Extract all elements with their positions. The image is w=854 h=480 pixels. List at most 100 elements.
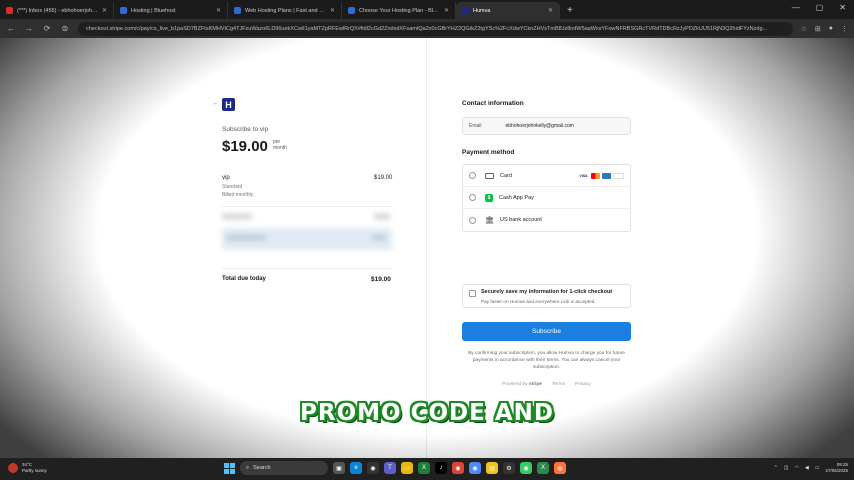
chrome-profile-3-icon[interactable]: ◉ [520,462,532,474]
payment-option-label: US bank account [500,217,542,223]
tiktok-icon[interactable]: ♪ [435,462,447,474]
stripe-footer: Powered by stripe Terms Privacy [462,382,631,387]
teams-icon[interactable]: T [384,462,396,474]
chrome-profile-2-icon[interactable]: ◉ [469,462,481,474]
battery-icon[interactable]: ▭ [815,465,820,471]
url-field[interactable]: checkout.stripe.com/c/pay/cs_live_b1paSD… [78,21,793,36]
tab-label: (***) Inbox (455) - ebhohoerjohnkelly [17,7,98,14]
tab-humva[interactable]: Humva ✕ [456,2,560,19]
clock-date: 27/05/2025 [825,468,848,473]
chevron-up-icon[interactable]: ⌃ [774,465,778,471]
extensions-icon[interactable]: ⊞ [815,25,821,33]
payment-option-cashapp[interactable]: $ Cash App Pay [463,187,630,209]
new-tab-button[interactable]: + [560,2,580,19]
privacy-link[interactable]: Privacy [575,382,591,387]
save-info-subtitle: Pay faster on Humva and everywhere Link … [481,299,596,304]
stripe-logo[interactable]: stripe [529,382,542,387]
terms-link[interactable]: Terms [552,382,565,387]
toolbar-icons: ☆ ⊞ ● ⋮ [801,25,848,33]
payment-option-label: Card [500,172,512,179]
subscribe-button[interactable]: Subscribe [462,322,631,341]
weather-widget[interactable]: 34°C Partly sunny [8,462,47,474]
payment-method-list: Card VISA $ Cash App Pay 🏛 US bank accou… [462,164,631,232]
blurred-text [372,235,386,240]
excel-icon[interactable]: X [418,462,430,474]
gmail-favicon-icon [6,7,13,14]
divider [222,206,392,207]
card-brands: VISA [578,172,624,179]
visa-icon: VISA [579,173,588,178]
forward-icon[interactable]: → [24,24,34,33]
divider [222,268,392,269]
menu-icon[interactable]: ⋮ [841,25,848,33]
save-info-checkbox[interactable] [469,290,476,297]
tab-label: Choose Your Hosting Plan - Bl... [359,7,438,14]
reload-icon[interactable]: ⟳ [42,24,52,33]
tab-inbox[interactable]: (***) Inbox (455) - ebhohoerjohnkelly ✕ [0,2,114,19]
price-period: per month [273,139,287,151]
email-label: Email [469,123,482,129]
clock[interactable]: 09:25 27/05/2025 [825,462,848,474]
payment-option-bank[interactable]: 🏛 US bank account [463,209,630,231]
bluehost-favicon-icon [234,7,241,14]
column-divider [426,38,427,458]
task-view-icon[interactable]: ▣ [333,462,345,474]
subscribe-label: Subscribe to vip [222,126,269,133]
video-vignette [0,38,854,458]
item-price: $19.00 [374,175,393,181]
wifi-icon[interactable]: ◠ [795,465,799,471]
bank-icon: 🏛 [485,217,494,224]
back-arrow-icon[interactable]: ← [212,100,219,107]
radio-bank[interactable] [469,216,476,224]
chrome-icon[interactable]: ◉ [367,462,379,474]
powered-by: Powered by stripe [502,382,542,387]
close-tab-icon[interactable]: ✕ [548,7,553,14]
maximize-icon[interactable]: ▢ [816,3,824,12]
cashapp-icon: $ [485,193,493,202]
payment-option-card[interactable]: Card VISA [463,165,630,187]
file-explorer-icon[interactable]: ▭ [401,462,413,474]
settings-icon[interactable]: ⚙ [503,462,515,474]
item-tier: Standard [222,184,243,190]
page-viewport: ← H Subscribe to vip $19.00 per month vi… [0,38,854,458]
blurred-text [226,235,266,240]
window-controls: — ▢ ✕ [792,3,846,12]
blurred-text [222,214,252,219]
close-tab-icon[interactable]: ✕ [216,7,221,14]
blurred-text [374,214,390,219]
tab-web-hosting-plans[interactable]: Web Hosting Plans | Fast and S... ✕ [228,2,342,19]
close-window-icon[interactable]: ✕ [839,3,846,12]
site-info-icon[interactable]: ⊜ [60,24,70,33]
save-info-option[interactable]: Securely save my information for 1-click… [462,284,631,308]
mastercard-icon [591,172,600,179]
radio-card[interactable] [469,172,476,179]
network-icon[interactable]: ◫ [784,465,789,471]
close-tab-icon[interactable]: ✕ [102,7,107,14]
radio-cashapp[interactable] [469,194,476,201]
taskbar-search[interactable]: ⌕ Search [240,461,328,475]
windows-start-icon[interactable] [224,462,235,474]
discover-icon [613,172,624,179]
tab-bluehost[interactable]: Hosting | Bluehost ✕ [114,2,228,19]
star-icon[interactable]: ☆ [801,25,807,33]
tab-choose-plan[interactable]: Choose Your Hosting Plan - Bl... ✕ [342,2,456,19]
humva-favicon-icon [462,7,469,14]
sticky-notes-icon[interactable]: ▤ [486,462,498,474]
item-name: vip [222,175,230,181]
address-bar-row: ← → ⟳ ⊜ checkout.stripe.com/c/pay/cs_liv… [0,19,854,38]
spreadsheet-icon[interactable]: X [537,462,549,474]
edge-icon[interactable]: e [350,462,362,474]
month-label: month [273,145,287,151]
close-tab-icon[interactable]: ✕ [330,7,335,14]
price: $19.00 [222,138,268,155]
profile-icon[interactable]: ● [829,25,833,33]
minimize-icon[interactable]: — [792,3,800,12]
volume-icon[interactable]: ◀ [805,465,809,471]
close-tab-icon[interactable]: ✕ [444,7,449,14]
weather-desc: Partly sunny [22,468,47,473]
chrome-profile-icon[interactable]: ◉ [452,462,464,474]
firefox-icon[interactable]: ◍ [554,462,566,474]
email-field[interactable]: Email ebhohoerjohnkelly@gmail.com [462,117,631,135]
humva-logo[interactable]: H [222,98,235,111]
back-icon[interactable]: ← [6,24,16,33]
